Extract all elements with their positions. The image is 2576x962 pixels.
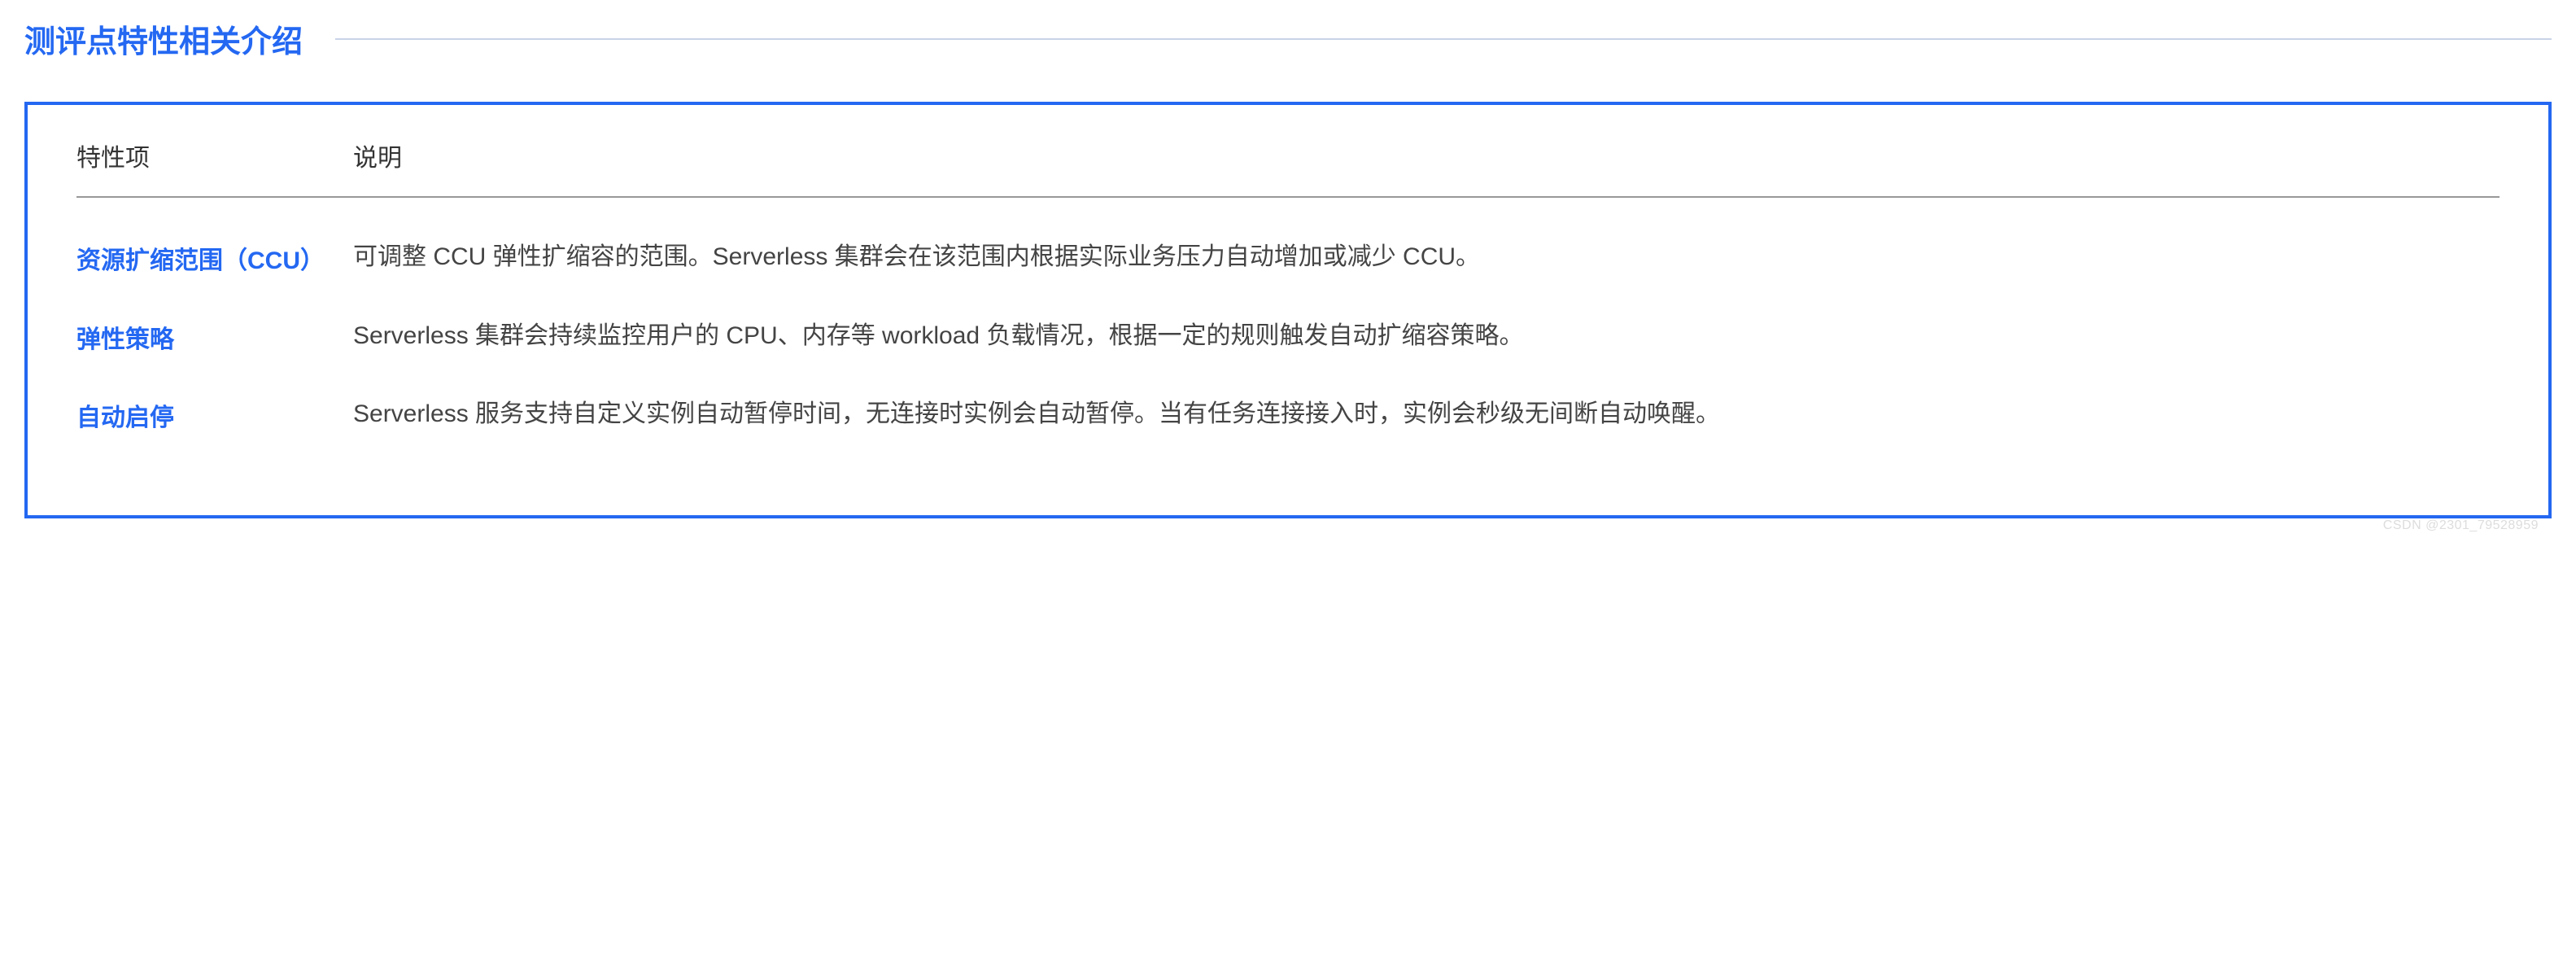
feature-description: Serverless 服务支持自定义实例自动暂停时间，无连接时实例会自动暂停。当… [353, 396, 2500, 434]
table-row: 资源扩缩范围（CCU） 可调整 CCU 弹性扩缩容的范围。Serverless … [76, 238, 2500, 277]
section-divider [335, 38, 2552, 40]
feature-description: Serverless 集群会持续监控用户的 CPU、内存等 workload 负… [353, 317, 2500, 356]
feature-name: 自动启停 [76, 396, 353, 434]
feature-table-container: 特性项 说明 资源扩缩范围（CCU） 可调整 CCU 弹性扩缩容的范围。Serv… [24, 102, 2552, 518]
table-header-description: 说明 [353, 138, 2500, 173]
feature-description: 可调整 CCU 弹性扩缩容的范围。Serverless 集群会在该范围内根据实际… [353, 238, 2500, 277]
section-header: 测评点特性相关介绍 [24, 16, 2552, 61]
table-row: 自动启停 Serverless 服务支持自定义实例自动暂停时间，无连接时实例会自… [76, 396, 2500, 434]
feature-name: 资源扩缩范围（CCU） [76, 238, 353, 277]
table-row: 弹性策略 Serverless 集群会持续监控用户的 CPU、内存等 workl… [76, 317, 2500, 356]
table-header-row: 特性项 说明 [76, 138, 2500, 198]
section-title: 测评点特性相关介绍 [24, 16, 303, 61]
feature-name: 弹性策略 [76, 317, 353, 356]
table-header-feature: 特性项 [76, 138, 353, 173]
watermark: CSDN @2301_79528959 [2383, 518, 2539, 533]
